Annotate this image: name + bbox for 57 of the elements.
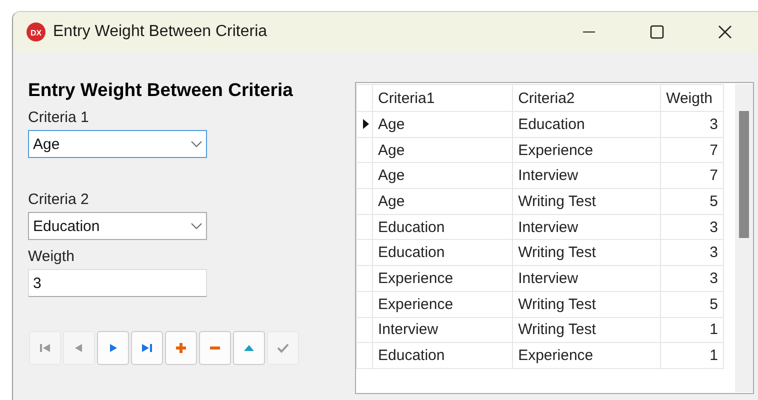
column-header[interactable]: Weigth [660, 84, 724, 112]
table-cell: Writing Test [512, 317, 661, 343]
table-cell: 1 [660, 317, 724, 343]
chevron-down-icon [191, 140, 202, 148]
table-cell: Writing Test [512, 188, 661, 214]
form-heading: Entry Weight Between Criteria [28, 79, 294, 101]
table-cell: Writing Test [512, 240, 661, 266]
table-cell: Interview [372, 317, 513, 343]
table-cell: 5 [660, 291, 724, 317]
table-cell: Interview [512, 214, 661, 240]
table-cell: Experience [372, 266, 513, 292]
input-field[interactable]: 3 [28, 269, 207, 297]
window-title: Entry Weight Between Criteria [53, 23, 268, 41]
plus-icon [174, 342, 188, 354]
field-label: Criteria 1 [28, 109, 90, 126]
navigator-button[interactable] [165, 331, 197, 365]
checkmark-icon [276, 342, 290, 354]
row-pointer-icon [363, 118, 369, 129]
close-icon [718, 25, 732, 39]
table-cell: 1 [660, 342, 724, 368]
table-cell: Education [372, 240, 513, 266]
table-cell: Writing Test [512, 291, 661, 317]
table-cell: Age [372, 162, 513, 189]
maximize-icon [650, 25, 664, 39]
table-cell: 3 [660, 112, 724, 138]
table-cell: Interview [512, 266, 661, 292]
table-cell: Experience [512, 342, 661, 368]
column-header[interactable]: Criteria2 [512, 84, 661, 112]
table-cell: Age [372, 188, 513, 214]
navigator-button[interactable] [97, 331, 129, 365]
table-cell: Education [372, 214, 513, 240]
table-cell: Experience [372, 291, 513, 317]
table-cell: 3 [660, 240, 724, 266]
field-label: Criteria 2 [28, 191, 90, 208]
table-cell: 5 [660, 188, 724, 214]
app-logo-icon: DX [26, 22, 46, 42]
table-cell: Age [372, 137, 513, 163]
navigator-button[interactable] [131, 331, 163, 365]
chevron-down-icon [191, 222, 202, 230]
table-cell: 3 [660, 266, 724, 292]
dropdown-field[interactable]: Age [28, 130, 207, 158]
table-cell: 7 [660, 137, 724, 163]
table-cell: 7 [660, 162, 724, 189]
navigator-button[interactable] [199, 331, 231, 365]
navigator-button[interactable] [233, 331, 265, 365]
table-cell: Education [512, 112, 661, 138]
first-record-icon [38, 342, 52, 354]
scrollbar-thumb[interactable] [739, 111, 749, 238]
column-header[interactable]: Criteria1 [372, 84, 513, 112]
table-cell: 3 [660, 214, 724, 240]
table-cell: Interview [512, 162, 661, 189]
last-record-icon [140, 342, 154, 354]
table-cell: Education [372, 342, 513, 368]
table-cell: Age [372, 112, 513, 138]
field-label: Weigth [28, 248, 76, 265]
table-cell: Experience [512, 137, 661, 163]
dropdown-field[interactable]: Education [28, 212, 207, 240]
